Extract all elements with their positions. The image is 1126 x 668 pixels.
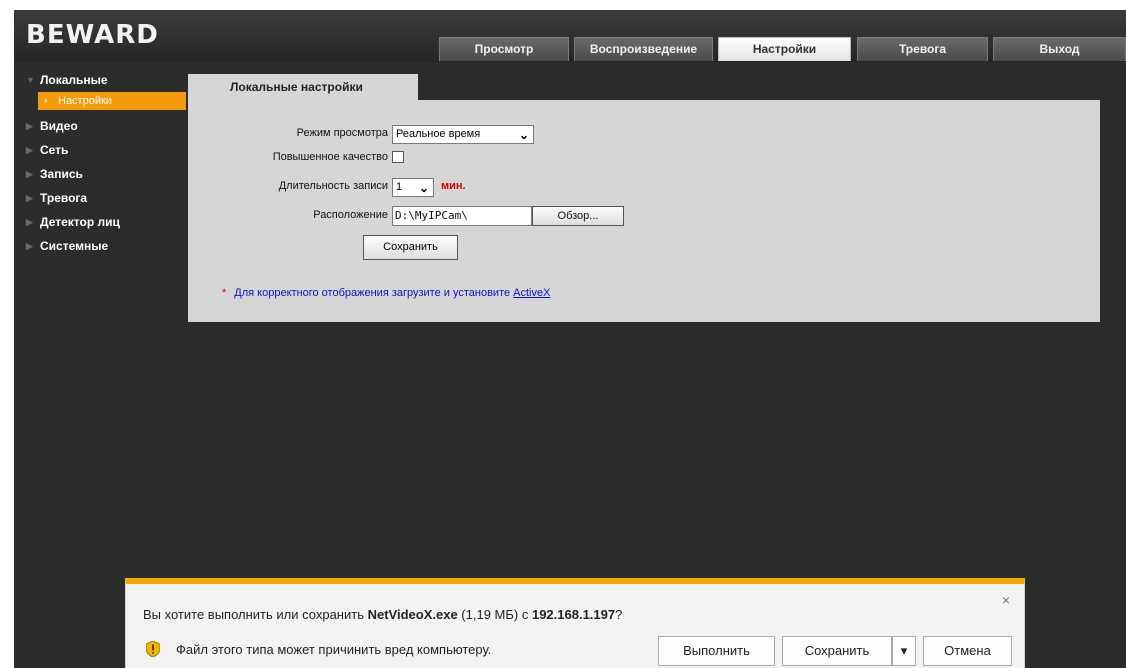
browse-button[interactable]: Обзор... [532, 206, 624, 226]
sidebar-item-network[interactable]: ▶ Сеть [14, 138, 186, 162]
note-star: * [222, 287, 227, 299]
sidebar-item-label: Настройки [58, 95, 112, 107]
save-options-dropdown[interactable]: ▾ [892, 636, 916, 666]
record-duration-row: Длительность записи 1 ⌄ мин. [188, 178, 1100, 200]
run-button[interactable]: Выполнить [658, 636, 775, 666]
cancel-button[interactable]: Отмена [923, 636, 1012, 666]
tab-exit[interactable]: Выход [993, 37, 1126, 61]
sidebar-item-system[interactable]: ▶ Системные [14, 234, 186, 258]
tab-settings[interactable]: Настройки [718, 37, 851, 61]
question-prefix: Вы хотите выполнить или сохранить [143, 607, 368, 622]
record-duration-select[interactable]: 1 ⌄ [392, 178, 434, 197]
sidebar-item-label: Системные [40, 239, 109, 253]
sidebar-item-local[interactable]: ▼ Локальные [14, 68, 186, 92]
download-notification-bar: × Вы хотите выполнить или сохранить NetV… [125, 578, 1025, 668]
view-mode-row: Режим просмотра Реальное время ⌄ [188, 125, 1100, 147]
sidebar-item-local-settings[interactable]: › Настройки [38, 92, 186, 110]
view-mode-label: Режим просмотра [296, 127, 388, 139]
sidebar: ▼ Локальные › Настройки ▶ Видео ▶ Сеть ▶… [14, 68, 186, 258]
sidebar-item-label: Сеть [40, 143, 69, 157]
activex-note: * Для корректного отображения загрузите и… [222, 287, 550, 299]
high-quality-row: Повышенное качество [188, 151, 1100, 169]
shield-warning-icon [146, 641, 160, 657]
sidebar-item-label: Локальные [40, 73, 108, 87]
content-tab-title: Локальные настройки [188, 74, 418, 100]
record-duration-label: Длительность записи [278, 180, 388, 192]
collapsed-arrow-icon: ▶ [26, 145, 33, 155]
close-icon[interactable]: × [1002, 592, 1010, 608]
high-quality-checkbox[interactable] [392, 151, 404, 163]
sidebar-item-video[interactable]: ▶ Видео [14, 114, 186, 138]
sidebar-item-record[interactable]: ▶ Запись [14, 162, 186, 186]
save-button[interactable]: Сохранить [363, 235, 458, 260]
sidebar-item-face-detector[interactable]: ▶ Детектор лиц [14, 210, 186, 234]
question-suffix: ? [615, 607, 623, 622]
sidebar-item-alarm[interactable]: ▶ Тревога [14, 186, 186, 210]
expanded-arrow-icon: ▼ [26, 75, 35, 85]
host-name: 192.168.1.197 [531, 607, 616, 622]
sidebar-item-label: Детектор лиц [40, 215, 120, 229]
download-question: Вы хотите выполнить или сохранить NetVid… [143, 607, 622, 622]
header: BEWARD Просмотр Воспроизведение Настройк… [14, 10, 1126, 62]
collapsed-arrow-icon: ▶ [26, 217, 33, 227]
collapsed-arrow-icon: ▶ [26, 169, 33, 179]
note-text: Для корректного отображения загрузите и … [234, 287, 514, 299]
beward-logo: BEWARD [26, 20, 159, 50]
location-label: Расположение [313, 209, 388, 221]
caret-down-icon: ▾ [900, 643, 908, 658]
tab-playback[interactable]: Воспроизведение [574, 37, 713, 61]
view-mode-value: Реальное время [396, 128, 481, 140]
sidebar-item-label: Видео [40, 119, 78, 133]
save-download-button[interactable]: Сохранить [782, 636, 892, 666]
download-warning: Файл этого типа может причинить вред ком… [176, 642, 492, 657]
app-window: BEWARD Просмотр Воспроизведение Настройк… [14, 10, 1126, 668]
high-quality-label: Повышенное качество [272, 151, 388, 163]
file-size: (1,19 МБ) с [457, 607, 532, 622]
sidebar-item-label: Тревога [40, 191, 88, 205]
collapsed-arrow-icon: ▶ [26, 241, 33, 251]
record-duration-value: 1 [396, 181, 403, 193]
tab-alarm[interactable]: Тревога [857, 37, 988, 61]
location-input[interactable]: D:\MyIPCam\ [392, 206, 532, 226]
chevron-right-icon: › [44, 95, 48, 106]
local-settings-panel: Режим просмотра Реальное время ⌄ Повышен… [188, 100, 1100, 322]
tab-view[interactable]: Просмотр [439, 37, 569, 61]
chevron-down-icon: ⌄ [518, 128, 529, 142]
chevron-down-icon: ⌄ [418, 181, 429, 195]
file-name: NetVideoX.exe [367, 607, 458, 622]
location-row: Расположение D:\MyIPCam\ Обзор... [188, 206, 1100, 228]
view-mode-select[interactable]: Реальное время ⌄ [392, 125, 534, 144]
sidebar-item-label: Запись [40, 167, 83, 181]
activex-link[interactable]: ActiveX [513, 287, 550, 299]
collapsed-arrow-icon: ▶ [26, 193, 33, 203]
collapsed-arrow-icon: ▶ [26, 121, 33, 131]
record-duration-unit: мин. [441, 180, 466, 192]
